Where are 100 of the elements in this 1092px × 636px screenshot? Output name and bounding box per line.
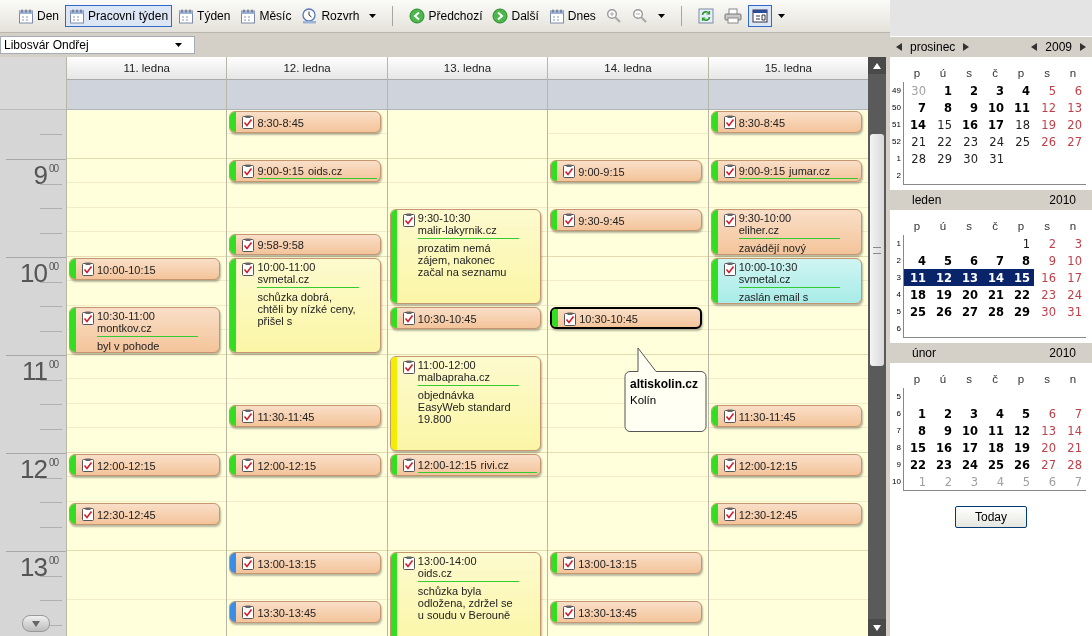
date-cell[interactable]: 13 (1034, 422, 1060, 439)
date-cell[interactable]: 14 (982, 269, 1008, 286)
date-cell[interactable]: 13 (956, 269, 982, 286)
date-cell[interactable]: 3 (1060, 235, 1086, 252)
date-cell[interactable]: 18 (982, 439, 1008, 456)
date-cell[interactable]: 10 (982, 99, 1008, 116)
date-cell[interactable]: 18 (904, 286, 930, 303)
date-cell[interactable]: 19 (1034, 116, 1060, 133)
date-cell[interactable]: 25 (1008, 133, 1034, 150)
date-cell[interactable]: 22 (930, 133, 956, 150)
event-card[interactable]: 12:30-12:45 (710, 503, 863, 525)
date-cell[interactable]: 12 (930, 269, 956, 286)
view-tab[interactable]: Měsíc (236, 5, 296, 27)
event-card[interactable]: 10:00-10:30 svmetal.cz zaslán email s (710, 258, 863, 304)
date-cell[interactable]: 16 (1034, 269, 1060, 286)
event-card[interactable]: 13:00-14:00 oids.cz schůzka byla odložena, zdržel se u soudu v Berouně (389, 552, 542, 636)
event-card[interactable]: 10:00-10:15 (69, 258, 221, 280)
event-card[interactable]: 10:30-10:45 (389, 307, 542, 329)
date-cell[interactable]: 1 (1008, 235, 1034, 252)
event-card[interactable]: 9:30-10:30 malir-lakyrnik.cz prozatim nemá zájem, nakonec začal na seznamu (389, 209, 542, 304)
date-cell[interactable]: 1 (904, 405, 930, 422)
date-cell[interactable]: 8 (1008, 252, 1034, 269)
date-cell[interactable]: 27 (1060, 133, 1086, 150)
event-card[interactable]: 9:30-9:45 (550, 209, 702, 231)
date-cell[interactable]: 1 (930, 82, 956, 99)
date-cell[interactable]: 8 (930, 99, 956, 116)
view-tab[interactable]: Pracovní týden (65, 5, 173, 27)
scroll-thumb[interactable] (870, 134, 884, 366)
date-cell[interactable]: 18 (1008, 116, 1034, 133)
date-cell[interactable]: 30 (1034, 303, 1060, 320)
date-cell[interactable]: 26 (1034, 133, 1060, 150)
date-cell[interactable]: 6 (1060, 82, 1086, 99)
user-dropdown[interactable]: Libosvár Ondřej (0, 36, 195, 54)
nav-button[interactable]: Dnes (544, 5, 600, 27)
event-card[interactable]: 11:30-11:45 (229, 405, 381, 427)
date-cell[interactable]: 3 (982, 82, 1008, 99)
today-button[interactable]: Today (955, 506, 1027, 528)
scrollbar[interactable] (868, 57, 886, 636)
date-cell[interactable]: 24 (956, 456, 982, 473)
date-cell[interactable]: 17 (956, 439, 982, 456)
event-card[interactable]: 11:30-11:45 (710, 405, 863, 427)
date-cell[interactable]: 27 (1034, 456, 1060, 473)
date-cell[interactable]: 25 (982, 456, 1008, 473)
date-cell[interactable]: 27 (956, 303, 982, 320)
date-cell[interactable]: 16 (956, 116, 982, 133)
date-cell[interactable]: 5 (1034, 82, 1060, 99)
next-year-button[interactable] (1078, 40, 1088, 54)
date-cell[interactable]: 4 (1008, 82, 1034, 99)
event-card[interactable]: 13:00-13:15 (550, 552, 702, 574)
event-card[interactable]: 9:58-9:58 (229, 233, 381, 255)
date-cell[interactable]: 28 (982, 303, 1008, 320)
scroll-down-button[interactable] (22, 615, 50, 632)
date-cell[interactable]: 28 (904, 150, 930, 167)
date-cell[interactable]: 20 (956, 286, 982, 303)
date-cell[interactable]: 28 (1060, 456, 1086, 473)
date-cell[interactable]: 2 (956, 82, 982, 99)
event-card[interactable]: 11:00-12:00 malbapraha.cz objednávka EasyWeb standard 19.800 (389, 356, 542, 451)
date-cell[interactable]: 6 (956, 252, 982, 269)
date-cell[interactable]: 11 (904, 269, 930, 286)
date-cell[interactable]: 31 (982, 150, 1008, 167)
date-cell[interactable]: 9 (956, 99, 982, 116)
date-cell[interactable]: 19 (930, 286, 956, 303)
date-cell[interactable]: 20 (1060, 116, 1086, 133)
date-cell[interactable]: 19 (1008, 439, 1034, 456)
date-cell[interactable]: 22 (904, 456, 930, 473)
event-card[interactable]: 12:00-12:15 rivi.cz (389, 454, 542, 476)
date-cell[interactable]: 20 (1034, 439, 1060, 456)
date-cell[interactable]: 13 (1060, 99, 1086, 116)
date-cell[interactable]: 11 (1008, 99, 1034, 116)
event-card[interactable]: 13:30-13:45 (550, 601, 702, 623)
previous-year-button[interactable] (1029, 40, 1040, 54)
view-tab[interactable]: Den (14, 5, 63, 27)
event-card[interactable]: 13:30-13:45 (229, 601, 381, 623)
event-card[interactable]: 9:00-9:15 jumar.cz (710, 160, 863, 182)
date-cell[interactable]: 14 (1060, 422, 1086, 439)
event-card[interactable]: 9:00-9:15 (550, 160, 702, 182)
date-cell[interactable]: 9 (1034, 252, 1060, 269)
date-cell[interactable]: 2 (930, 405, 956, 422)
date-cell[interactable]: 21 (904, 133, 930, 150)
date-cell[interactable]: 21 (982, 286, 1008, 303)
event-card[interactable]: 13:00-13:15 (229, 552, 381, 574)
date-cell[interactable]: 17 (982, 116, 1008, 133)
date-cell[interactable]: 24 (982, 133, 1008, 150)
date-cell[interactable]: 3 (956, 405, 982, 422)
date-cell[interactable]: 9 (930, 422, 956, 439)
date-cell[interactable]: 26 (930, 303, 956, 320)
date-cell[interactable]: 2 (1034, 235, 1060, 252)
nav-button[interactable]: Předchozí (405, 5, 487, 27)
date-cell[interactable]: 30 (956, 150, 982, 167)
date-cell[interactable]: 22 (1008, 286, 1034, 303)
date-cell[interactable]: 4 (982, 405, 1008, 422)
date-cell[interactable]: 21 (1060, 439, 1086, 456)
date-cell[interactable]: 11 (982, 422, 1008, 439)
date-cell[interactable]: 16 (930, 439, 956, 456)
date-cell[interactable]: 14 (904, 116, 930, 133)
date-cell[interactable]: 26 (1008, 456, 1034, 473)
date-cell[interactable]: 24 (1060, 286, 1086, 303)
date-cell[interactable]: 7 (1060, 405, 1086, 422)
event-card[interactable]: 9:30-10:00 eliher.cz zavádějí nový (710, 209, 863, 255)
date-cell[interactable]: 29 (930, 150, 956, 167)
